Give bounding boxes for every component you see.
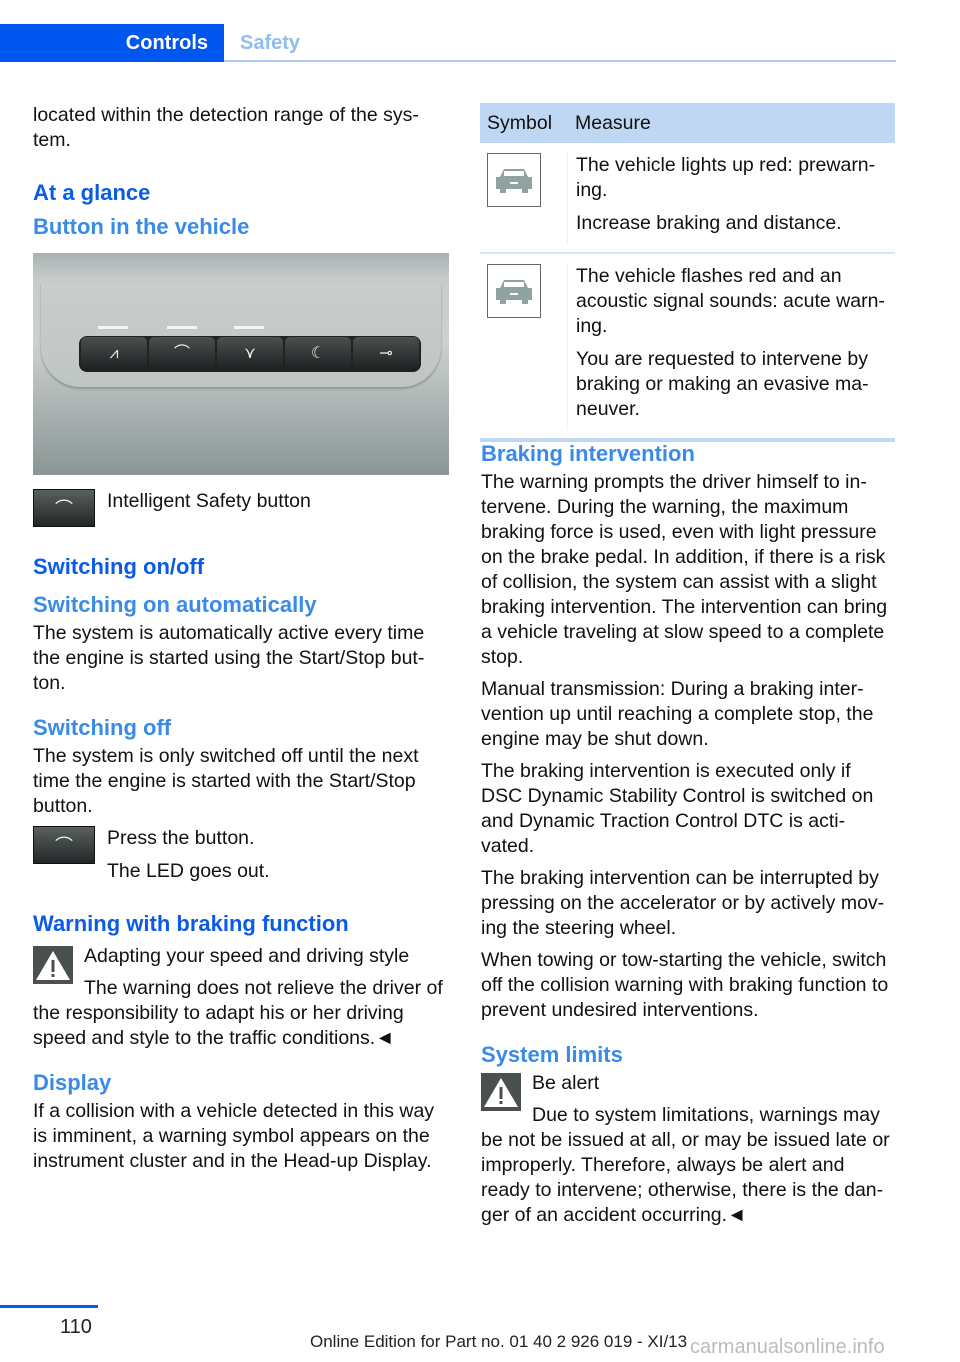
header-rule <box>224 60 896 62</box>
row2-line1: The vehicle flashes red and an acoustic … <box>576 265 885 337</box>
press-button-row: ⌒ Press the button. The LED goes out. <box>33 826 449 892</box>
led-out-text: The LED goes out. <box>107 860 270 882</box>
heading-button-in-vehicle: Button in the vehicle <box>33 214 250 239</box>
alert-note: Be alert Due to system limitations, warn… <box>481 1071 897 1228</box>
right-column: Braking intervention The warning prompts… <box>481 440 897 1235</box>
footer-rule <box>0 1305 98 1308</box>
watermark: carmanualsonline.info <box>690 1336 885 1358</box>
heading-at-a-glance: At a glance <box>33 180 151 205</box>
intelligent-safety-button-icon: ⌒ <box>33 826 95 864</box>
table-row: The vehicle lights up red: prewarn-ing. … <box>480 143 895 254</box>
intelligent-safety-button-icon: ⌒ <box>33 489 95 527</box>
display-text: If a collision with a vehicle detected i… <box>33 1100 435 1172</box>
heading-switching-off: Switching off <box>33 715 172 740</box>
alert-text: Due to system limitations, warnings may … <box>481 1104 890 1226</box>
pedestrian-warning-button-icon: ⋎ <box>217 337 283 371</box>
row1-line1: The vehicle lights up red: prewarn-ing. <box>576 154 876 201</box>
park-assist-button-icon: ⊸ <box>353 337 419 371</box>
tab-safety[interactable]: Safety <box>240 24 300 62</box>
car-front-icon <box>487 153 541 207</box>
heading-switching-onoff: Switching on/off <box>33 554 205 579</box>
warning-triangle-icon <box>481 1073 521 1111</box>
switching-off-text: The system is only switched off until th… <box>33 745 419 817</box>
intelligent-safety-label: Intelligent Safety button <box>107 490 311 512</box>
intro-text: located within the detection range of th… <box>33 104 419 151</box>
intelligent-safety-row: ⌒ Intelligent Safety button <box>33 489 449 527</box>
press-button-text: Press the button. <box>107 827 255 849</box>
heading-braking-intervention: Braking intervention <box>481 441 695 466</box>
braking-p4: The braking intervention can be interrup… <box>481 867 885 939</box>
led-indicator <box>98 326 128 329</box>
edition-text: Online Edition for Part no. 01 40 2 926 … <box>310 1332 688 1351</box>
braking-p2: Manual transmission: During a braking in… <box>481 678 874 750</box>
header-symbol: Symbol <box>487 112 553 134</box>
button-row: ⩘ ⌒ ⋎ ☾ ⊸ <box>79 336 421 372</box>
heading-switching-on-auto: Switching on automatically <box>33 592 317 617</box>
led-indicator <box>234 326 264 329</box>
lane-departure-button-icon: ⩘ <box>81 337 147 371</box>
heading-display: Display <box>33 1070 112 1095</box>
heading-warning-braking: Warning with braking function <box>33 911 349 936</box>
page-number: 110 <box>60 1316 92 1338</box>
row2-line2: You are requested to intervene by brakin… <box>576 348 869 420</box>
heading-system-limits: System limits <box>481 1042 623 1067</box>
braking-p5: When towing or tow-starting the vehicle,… <box>481 949 889 1021</box>
car-front-icon <box>487 264 541 318</box>
warning-text: The warning does not relieve the driver … <box>33 977 443 1049</box>
symbol-measure-table: Symbol Measure The vehicle lights up red… <box>480 103 895 442</box>
table-header: Symbol Measure <box>480 103 895 143</box>
warning-triangle-icon <box>33 946 73 984</box>
night-vision-button-icon: ☾ <box>285 337 351 371</box>
braking-p3: The braking intervention is executed onl… <box>481 760 874 857</box>
switching-on-auto-text: The system is automatically active every… <box>33 622 425 694</box>
braking-p1: The warning prompts the driver himself t… <box>481 471 888 668</box>
collision-warning-button-icon: ⌒ <box>149 337 215 371</box>
warning-note: Adapting your speed and driving style Th… <box>33 944 449 1051</box>
led-indicator <box>167 326 197 329</box>
header-measure: Measure <box>575 112 651 134</box>
tab-controls[interactable]: Controls <box>0 24 208 62</box>
vehicle-button-photo: ⩘ ⌒ ⋎ ☾ ⊸ <box>33 253 449 475</box>
warning-title: Adapting your speed and driving style <box>84 945 410 967</box>
alert-title: Be alert <box>532 1072 600 1094</box>
left-column: located within the detection range of th… <box>33 103 449 1181</box>
row1-line2: Increase braking and distance. <box>576 212 842 234</box>
table-row: The vehicle flashes red and an acoustic … <box>480 254 895 442</box>
